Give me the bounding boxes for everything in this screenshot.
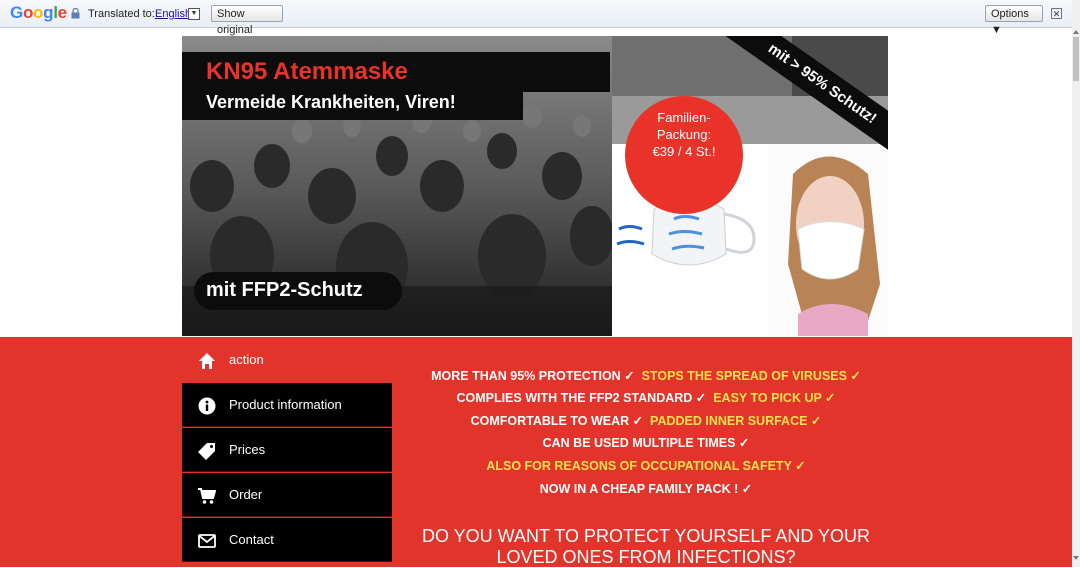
scrollbar[interactable] bbox=[1072, 0, 1080, 567]
price-badge-line3: €39 / 4 St.! bbox=[652, 144, 716, 159]
woman-wearing-mask-image bbox=[768, 144, 888, 336]
price-badge-line1: Familien- bbox=[657, 110, 711, 125]
feature-text: COMFORTABLE TO WEAR ✓ bbox=[470, 414, 644, 428]
menu-item-label: Prices bbox=[229, 442, 266, 457]
price-badge-line2: Packung: bbox=[656, 127, 712, 142]
feature-highlight: STOPS THE SPREAD OF VIRUSES ✓ bbox=[641, 369, 861, 383]
home-icon bbox=[199, 353, 215, 369]
close-icon[interactable]: ✕ bbox=[1051, 8, 1062, 19]
feature-line: CAN BE USED MULTIPLE TIMES ✓ bbox=[400, 435, 892, 450]
hero-banner: KN95 Atemmaske Vermeide Krankheiten, Vir… bbox=[182, 36, 888, 336]
menu-item-label: Contact bbox=[229, 532, 274, 547]
hero-subline: Vermeide Krankheiten, Viren! bbox=[206, 92, 456, 112]
menu-item-product-information[interactable]: Product information bbox=[182, 383, 392, 427]
feature-line: MORE THAN 95% PROTECTION ✓ STOPS THE SPR… bbox=[400, 368, 892, 383]
feature-text: MORE THAN 95% PROTECTION ✓ bbox=[431, 369, 635, 383]
menu-item-label: Order bbox=[229, 487, 263, 502]
feature-text: NOW IN A CHEAP FAMILY PACK ! ✓ bbox=[539, 482, 753, 496]
show-original-button[interactable]: Show original bbox=[211, 5, 283, 36]
translate-bar: Google Translated to: English ▼ Show ori… bbox=[0, 0, 1072, 36]
menu-item-label: action bbox=[229, 352, 264, 367]
scroll-up-arrow-icon[interactable] bbox=[1073, 30, 1079, 34]
options-button[interactable]: Options ▼ bbox=[985, 5, 1043, 36]
feature-highlight: PADDED INNER SURFACE ✓ bbox=[650, 414, 822, 428]
feature-line: COMFORTABLE TO WEAR ✓ PADDED INNER SURFA… bbox=[400, 413, 892, 428]
scroll-down-arrow-icon[interactable] bbox=[1073, 556, 1079, 560]
feature-text: CAN BE USED MULTIPLE TIMES ✓ bbox=[542, 436, 750, 450]
cart-icon bbox=[198, 488, 216, 504]
menu-item-contact[interactable]: Contact bbox=[182, 518, 392, 562]
hero-headline: KN95 Atemmaske bbox=[206, 58, 408, 85]
feature-line: ALSO FOR REASONS OF OCCUPATIONAL SAFETY … bbox=[400, 458, 892, 473]
menu-item-label: Product information bbox=[229, 397, 342, 412]
info-icon bbox=[198, 397, 216, 415]
tag-icon bbox=[198, 443, 215, 460]
ffp2-badge-text: mit FFP2-Schutz bbox=[206, 279, 363, 301]
feature-highlight: EASY TO PICK UP ✓ bbox=[713, 391, 836, 405]
menu-item-prices[interactable]: Prices bbox=[182, 428, 392, 472]
lock-icon bbox=[71, 8, 80, 19]
scrollbar-thumb[interactable] bbox=[1073, 37, 1079, 81]
feature-line: COMPLIES WITH THE FFP2 STANDARD ✓ EASY T… bbox=[400, 390, 892, 405]
language-link[interactable]: English bbox=[155, 8, 191, 20]
question-heading-line2: LOVED ONES FROM INFECTIONS? bbox=[496, 547, 796, 567]
feature-line: NOW IN A CHEAP FAMILY PACK ! ✓ bbox=[400, 481, 892, 496]
google-logo: Google bbox=[10, 3, 67, 22]
question-heading-line1: DO YOU WANT TO PROTECT YOURSELF AND YOUR bbox=[421, 526, 871, 546]
feature-highlight: ALSO FOR REASONS OF OCCUPATIONAL SAFETY … bbox=[486, 459, 806, 473]
mail-icon bbox=[198, 534, 216, 548]
feature-text: COMPLIES WITH THE FFP2 STANDARD ✓ bbox=[456, 391, 707, 405]
menu-item-action[interactable]: action bbox=[182, 338, 392, 382]
menu-item-order[interactable]: Order bbox=[182, 473, 392, 517]
translated-to-label: Translated to: bbox=[88, 8, 155, 20]
language-dropdown-icon[interactable]: ▼ bbox=[188, 8, 200, 20]
